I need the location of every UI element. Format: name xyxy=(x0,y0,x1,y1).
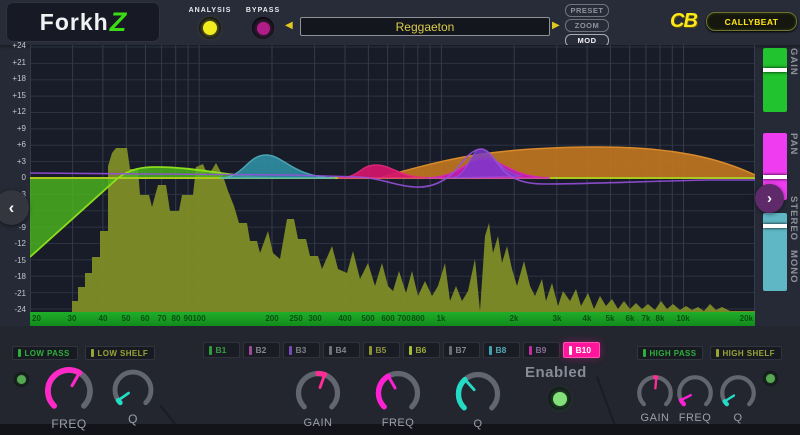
mode-pills: PRESET ZOOM MOD xyxy=(565,4,609,49)
high-pass-button[interactable]: HIGH PASS xyxy=(637,346,703,360)
brand-badge: CALLYBEAT xyxy=(706,12,797,31)
band-gain-knob[interactable]: GAIN xyxy=(292,367,344,429)
preset-selector[interactable]: Reggaeton xyxy=(300,17,550,36)
logo: Forkh Z xyxy=(6,2,160,42)
stereo-width-slider-handle[interactable] xyxy=(763,224,787,228)
frequency-axis: 20 30 40 50 60 70 80 90 100 200 250 300 … xyxy=(30,312,755,326)
pan-label: PAN xyxy=(788,133,799,200)
zoom-tab[interactable]: ZOOM xyxy=(565,19,609,32)
output-gain-slider[interactable] xyxy=(763,48,787,112)
output-gain-slider-handle[interactable] xyxy=(763,68,787,72)
preset-tab[interactable]: PRESET xyxy=(565,4,609,17)
low-shelf-indicator-icon xyxy=(91,349,94,357)
highband-gain-knob[interactable]: GAIN xyxy=(634,372,676,424)
enabled-label: Enabled xyxy=(525,364,587,381)
scroll-right-button[interactable]: › xyxy=(755,184,784,213)
logo-text: Forkh xyxy=(40,9,109,36)
analysis-toggle[interactable] xyxy=(199,17,221,39)
logo-accent: Z xyxy=(110,7,127,38)
eq-graph[interactable] xyxy=(30,45,755,312)
high-band-enabled-led[interactable] xyxy=(763,371,778,386)
stereo-width-slider[interactable] xyxy=(763,213,787,291)
bypass-label: BYPASS xyxy=(241,7,285,14)
analysis-led-icon xyxy=(203,21,217,35)
band-button-b3[interactable]: B3 xyxy=(283,342,320,358)
highband-q-knob[interactable]: Q xyxy=(717,372,759,424)
band-freq-knob[interactable]: FREQ xyxy=(372,367,424,429)
low-band-enabled-led[interactable] xyxy=(14,372,29,387)
low-pass-button[interactable]: LOW PASS xyxy=(12,346,78,360)
band-button-b10[interactable]: B10 xyxy=(563,342,600,358)
high-shelf-button[interactable]: HIGH SHELF xyxy=(710,346,782,360)
preset-prev-icon[interactable]: ◀ xyxy=(285,21,293,31)
high-shelf-indicator-icon xyxy=(716,349,719,357)
plugin-window: Forkh Z ANALYSIS BYPASS ◀ Reggaeton ▶ PR… xyxy=(0,0,800,435)
low-pass-indicator-icon xyxy=(18,349,21,357)
cb-logo: CB xyxy=(670,10,697,33)
band-button-b5[interactable]: B5 xyxy=(363,342,400,358)
preset-value: Reggaeton xyxy=(396,20,455,34)
pan-slider-handle[interactable] xyxy=(763,175,787,179)
band-button-b4[interactable]: B4 xyxy=(323,342,360,358)
band-button-b9[interactable]: B9 xyxy=(523,342,560,358)
lowband-q-knob[interactable]: Q xyxy=(109,366,157,426)
chevron-left-icon: ‹ xyxy=(9,198,15,218)
chevron-right-icon: › xyxy=(767,190,772,207)
highband-freq-knob[interactable]: FREQ xyxy=(674,372,716,424)
band-button-b1[interactable]: B1 xyxy=(203,342,240,358)
mono-label: MONO xyxy=(788,250,799,296)
high-pass-indicator-icon xyxy=(643,349,646,357)
band-button-b8[interactable]: B8 xyxy=(483,342,520,358)
preset-next-icon[interactable]: ▶ xyxy=(552,21,560,31)
band-enabled-led[interactable] xyxy=(548,387,571,410)
db-axis: +24+21 +18+15 +12+9 +6+3 0-3 -6-9 -12-15… xyxy=(0,41,26,314)
bypass-toggle[interactable] xyxy=(252,17,274,39)
lowband-freq-knob[interactable]: FREQ xyxy=(41,363,97,431)
band-button-b2[interactable]: B2 xyxy=(243,342,280,358)
band-q-knob[interactable]: Q xyxy=(452,368,504,430)
band-button-b7[interactable]: B7 xyxy=(443,342,480,358)
band-button-b6[interactable]: B6 xyxy=(403,342,440,358)
low-shelf-button[interactable]: LOW SHELF xyxy=(85,346,155,360)
stereo-label: STEREO xyxy=(788,196,799,248)
output-gain-label: GAIN xyxy=(788,48,799,112)
analysis-label: ANALYSIS xyxy=(186,7,234,14)
bypass-led-icon xyxy=(257,22,270,35)
